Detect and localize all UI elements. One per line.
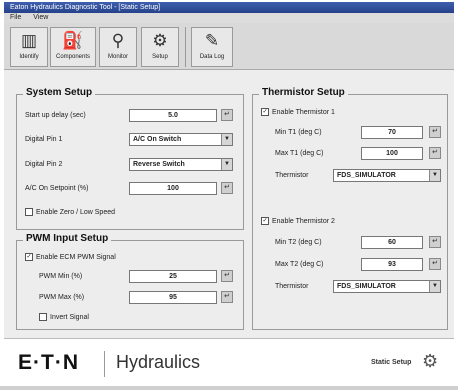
menu-bar: File View xyxy=(4,13,454,23)
digital-pin2-label: Digital Pin 2 xyxy=(25,161,63,168)
max-t1-input[interactable]: 100 xyxy=(361,147,423,160)
enable-ecm-label: Enable ECM PWM Signal xyxy=(36,253,116,261)
checkbox-box: ✓ xyxy=(261,217,269,225)
status-text: Static Setup xyxy=(371,359,412,366)
components-button[interactable]: ⛽ Components xyxy=(50,27,96,67)
startup-delay-spin[interactable]: ↵ xyxy=(221,109,233,121)
startup-delay-label: Start up delay (sec) xyxy=(25,112,86,119)
min-t2-label: Min T2 (deg C) xyxy=(275,239,322,246)
ac-setpoint-input[interactable]: 100 xyxy=(129,182,217,195)
thermistor-setup-group: Thermistor Setup ✓ Enable Thermistor 1 Mi… xyxy=(252,87,448,330)
min-t1-input[interactable]: 70 xyxy=(361,126,423,139)
thermistor2-select[interactable]: FDS_SIMULATOR ▼ xyxy=(333,280,441,293)
thermistor-setup-title: Thermistor Setup xyxy=(259,87,348,98)
window-title: Eaton Hydraulics Diagnostic Tool - [Stat… xyxy=(4,2,454,13)
chevron-down-icon[interactable]: ▼ xyxy=(429,170,440,181)
thermistor1-label: Thermistor xyxy=(275,172,309,179)
chevron-down-icon[interactable]: ▼ xyxy=(221,159,232,170)
menu-view[interactable]: View xyxy=(33,14,48,21)
pwm-setup-title: PWM Input Setup xyxy=(23,233,112,244)
digital-pin1-select[interactable]: A/C On Switch ▼ xyxy=(129,133,233,146)
checkbox-box xyxy=(25,208,33,216)
datalog-icon: ✎ xyxy=(204,31,220,50)
zero-low-speed-checkbox[interactable]: Enable Zero / Low Speed xyxy=(25,208,115,216)
ac-setpoint-label: A/C On Setpoint (%) xyxy=(25,185,89,192)
max-t2-input[interactable]: 93 xyxy=(361,258,423,271)
enable-thermistor1-label: Enable Thermistor 1 xyxy=(272,108,335,116)
pwm-max-label: PWM Max (%) xyxy=(39,294,85,301)
components-icon: ⛽ xyxy=(62,31,84,50)
max-t2-label: Max T2 (deg C) xyxy=(275,261,324,268)
setup-button[interactable]: ⚙ Setup xyxy=(141,27,179,67)
components-label: Components xyxy=(55,54,91,60)
digital-pin2-select[interactable]: Reverse Switch ▼ xyxy=(129,158,233,171)
datalog-label: Data Log xyxy=(199,54,225,60)
checkbox-box: ✓ xyxy=(25,253,33,261)
eaton-logo: E·T·N xyxy=(18,351,79,374)
toolbar: ▥ Identify ⛽ Components ⚲ Monitor ⚙ Setu… xyxy=(4,23,454,70)
min-t1-label: Min T1 (deg C) xyxy=(275,129,322,136)
monitor-button[interactable]: ⚲ Monitor xyxy=(99,27,137,67)
main-panel: System Setup Start up delay (sec) 5.0 ↵ … xyxy=(4,70,454,338)
max-t1-label: Max T1 (deg C) xyxy=(275,150,324,157)
enable-ecm-checkbox[interactable]: ✓ Enable ECM PWM Signal xyxy=(25,253,116,261)
toolbar-separator xyxy=(185,27,186,67)
invert-signal-checkbox[interactable]: Invert Signal xyxy=(39,313,89,321)
thermistor2-value: FDS_SIMULATOR xyxy=(337,283,396,290)
checkbox-box: ✓ xyxy=(261,108,269,116)
max-t2-spin[interactable]: ↵ xyxy=(429,258,441,270)
pwm-setup-group: PWM Input Setup ✓ Enable ECM PWM Signal P… xyxy=(16,233,244,330)
min-t2-spin[interactable]: ↵ xyxy=(429,236,441,248)
setup-status-icon: ⚙ xyxy=(422,351,439,371)
division-label: Hydraulics xyxy=(116,352,201,372)
identify-label: Identify xyxy=(19,54,39,60)
identify-button[interactable]: ▥ Identify xyxy=(10,27,48,67)
setup-label: Setup xyxy=(152,54,168,60)
pwm-max-spin[interactable]: ↵ xyxy=(221,291,233,303)
footer-divider xyxy=(104,351,105,377)
pwm-max-input[interactable]: 95 xyxy=(129,291,217,304)
min-t1-spin[interactable]: ↵ xyxy=(429,126,441,138)
digital-pin2-value: Reverse Switch xyxy=(133,161,185,168)
ac-setpoint-spin[interactable]: ↵ xyxy=(221,182,233,194)
setup-icon: ⚙ xyxy=(152,31,168,50)
chevron-down-icon[interactable]: ▼ xyxy=(221,134,232,145)
digital-pin1-value: A/C On Switch xyxy=(133,136,182,143)
digital-pin1-label: Digital Pin 1 xyxy=(25,136,63,143)
datalog-button[interactable]: ✎ Data Log xyxy=(191,27,233,67)
max-t1-spin[interactable]: ↵ xyxy=(429,147,441,159)
startup-delay-input[interactable]: 5.0 xyxy=(129,109,217,122)
monitor-label: Monitor xyxy=(107,54,128,60)
enable-thermistor2-checkbox[interactable]: ✓ Enable Thermistor 2 xyxy=(261,217,335,225)
min-t2-input[interactable]: 60 xyxy=(361,236,423,249)
binoculars-icon: ⚲ xyxy=(111,31,125,50)
zero-low-speed-label: Enable Zero / Low Speed xyxy=(36,208,115,216)
system-setup-group: System Setup Start up delay (sec) 5.0 ↵ … xyxy=(16,87,244,230)
menu-file[interactable]: File xyxy=(10,14,21,21)
enable-thermistor2-label: Enable Thermistor 2 xyxy=(272,217,335,225)
window-bottom-edge xyxy=(0,386,458,390)
footer: E·T·N Hydraulics Static Setup ⚙ xyxy=(4,338,454,387)
system-setup-title: System Setup xyxy=(23,87,96,98)
identify-icon: ▥ xyxy=(20,31,38,50)
checkbox-box xyxy=(39,313,47,321)
thermistor1-select[interactable]: FDS_SIMULATOR ▼ xyxy=(333,169,441,182)
thermistor1-value: FDS_SIMULATOR xyxy=(337,172,396,179)
pwm-min-spin[interactable]: ↵ xyxy=(221,270,233,282)
enable-thermistor1-checkbox[interactable]: ✓ Enable Thermistor 1 xyxy=(261,108,335,116)
invert-signal-label: Invert Signal xyxy=(50,313,89,321)
chevron-down-icon[interactable]: ▼ xyxy=(429,281,440,292)
pwm-min-input[interactable]: 25 xyxy=(129,270,217,283)
thermistor2-label: Thermistor xyxy=(275,283,309,290)
pwm-min-label: PWM Min (%) xyxy=(39,273,83,280)
